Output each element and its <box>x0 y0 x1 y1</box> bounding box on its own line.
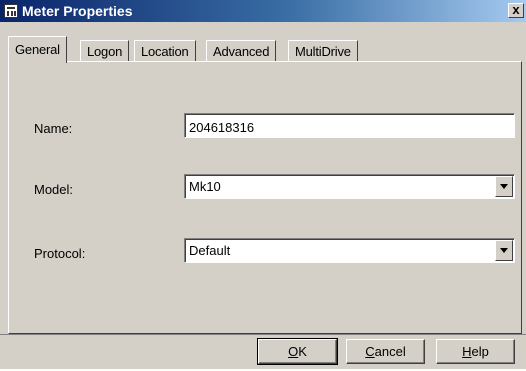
tab-label: Advanced <box>213 44 270 59</box>
name-field[interactable] <box>184 113 515 138</box>
chevron-down-icon <box>500 184 508 189</box>
model-value: Mk10 <box>189 179 221 194</box>
help-label: elp <box>471 344 489 359</box>
ok-button[interactable]: OK <box>257 338 338 365</box>
tab-label: General <box>15 42 60 57</box>
tab-label: Logon <box>87 44 123 59</box>
chevron-down-icon <box>500 248 508 253</box>
protocol-label: Protocol: <box>34 246 86 261</box>
tab-label: Location <box>141 44 189 59</box>
divider <box>0 334 526 335</box>
meter-icon <box>4 4 18 18</box>
tab-multidrive[interactable]: MultiDrive <box>288 40 358 62</box>
ok-mnemonic: O <box>288 344 299 359</box>
tab-strip: General Logon Location Advanced MultiDri… <box>8 36 518 63</box>
protocol-select[interactable]: Default <box>184 238 515 263</box>
help-mnemonic: H <box>462 344 472 359</box>
model-label: Model: <box>34 182 74 197</box>
close-icon: x <box>512 2 520 17</box>
tab-advanced[interactable]: Advanced <box>206 40 277 62</box>
help-button[interactable]: Help <box>436 339 515 364</box>
model-select[interactable]: Mk10 <box>184 174 515 199</box>
tab-label: MultiDrive <box>295 44 351 59</box>
cancel-mnemonic: C <box>365 344 375 359</box>
model-dropdown-button[interactable] <box>495 176 513 197</box>
protocol-dropdown-button[interactable] <box>495 240 513 261</box>
name-label: Name: <box>34 121 73 136</box>
cancel-button[interactable]: Cancel <box>346 339 425 364</box>
tab-location[interactable]: Location <box>134 40 196 62</box>
protocol-value: Default <box>189 243 231 258</box>
close-button[interactable]: x <box>508 3 524 18</box>
tab-general[interactable]: General <box>8 36 67 63</box>
window-title: Meter Properties <box>22 3 133 19</box>
title-bar[interactable]: Meter Properties x <box>0 0 526 22</box>
cancel-label: ancel <box>374 344 406 359</box>
meter-properties-dialog: Meter Properties x General Logon Locatio… <box>0 0 526 371</box>
tab-logon[interactable]: Logon <box>80 40 130 62</box>
ok-label: K <box>298 344 307 359</box>
